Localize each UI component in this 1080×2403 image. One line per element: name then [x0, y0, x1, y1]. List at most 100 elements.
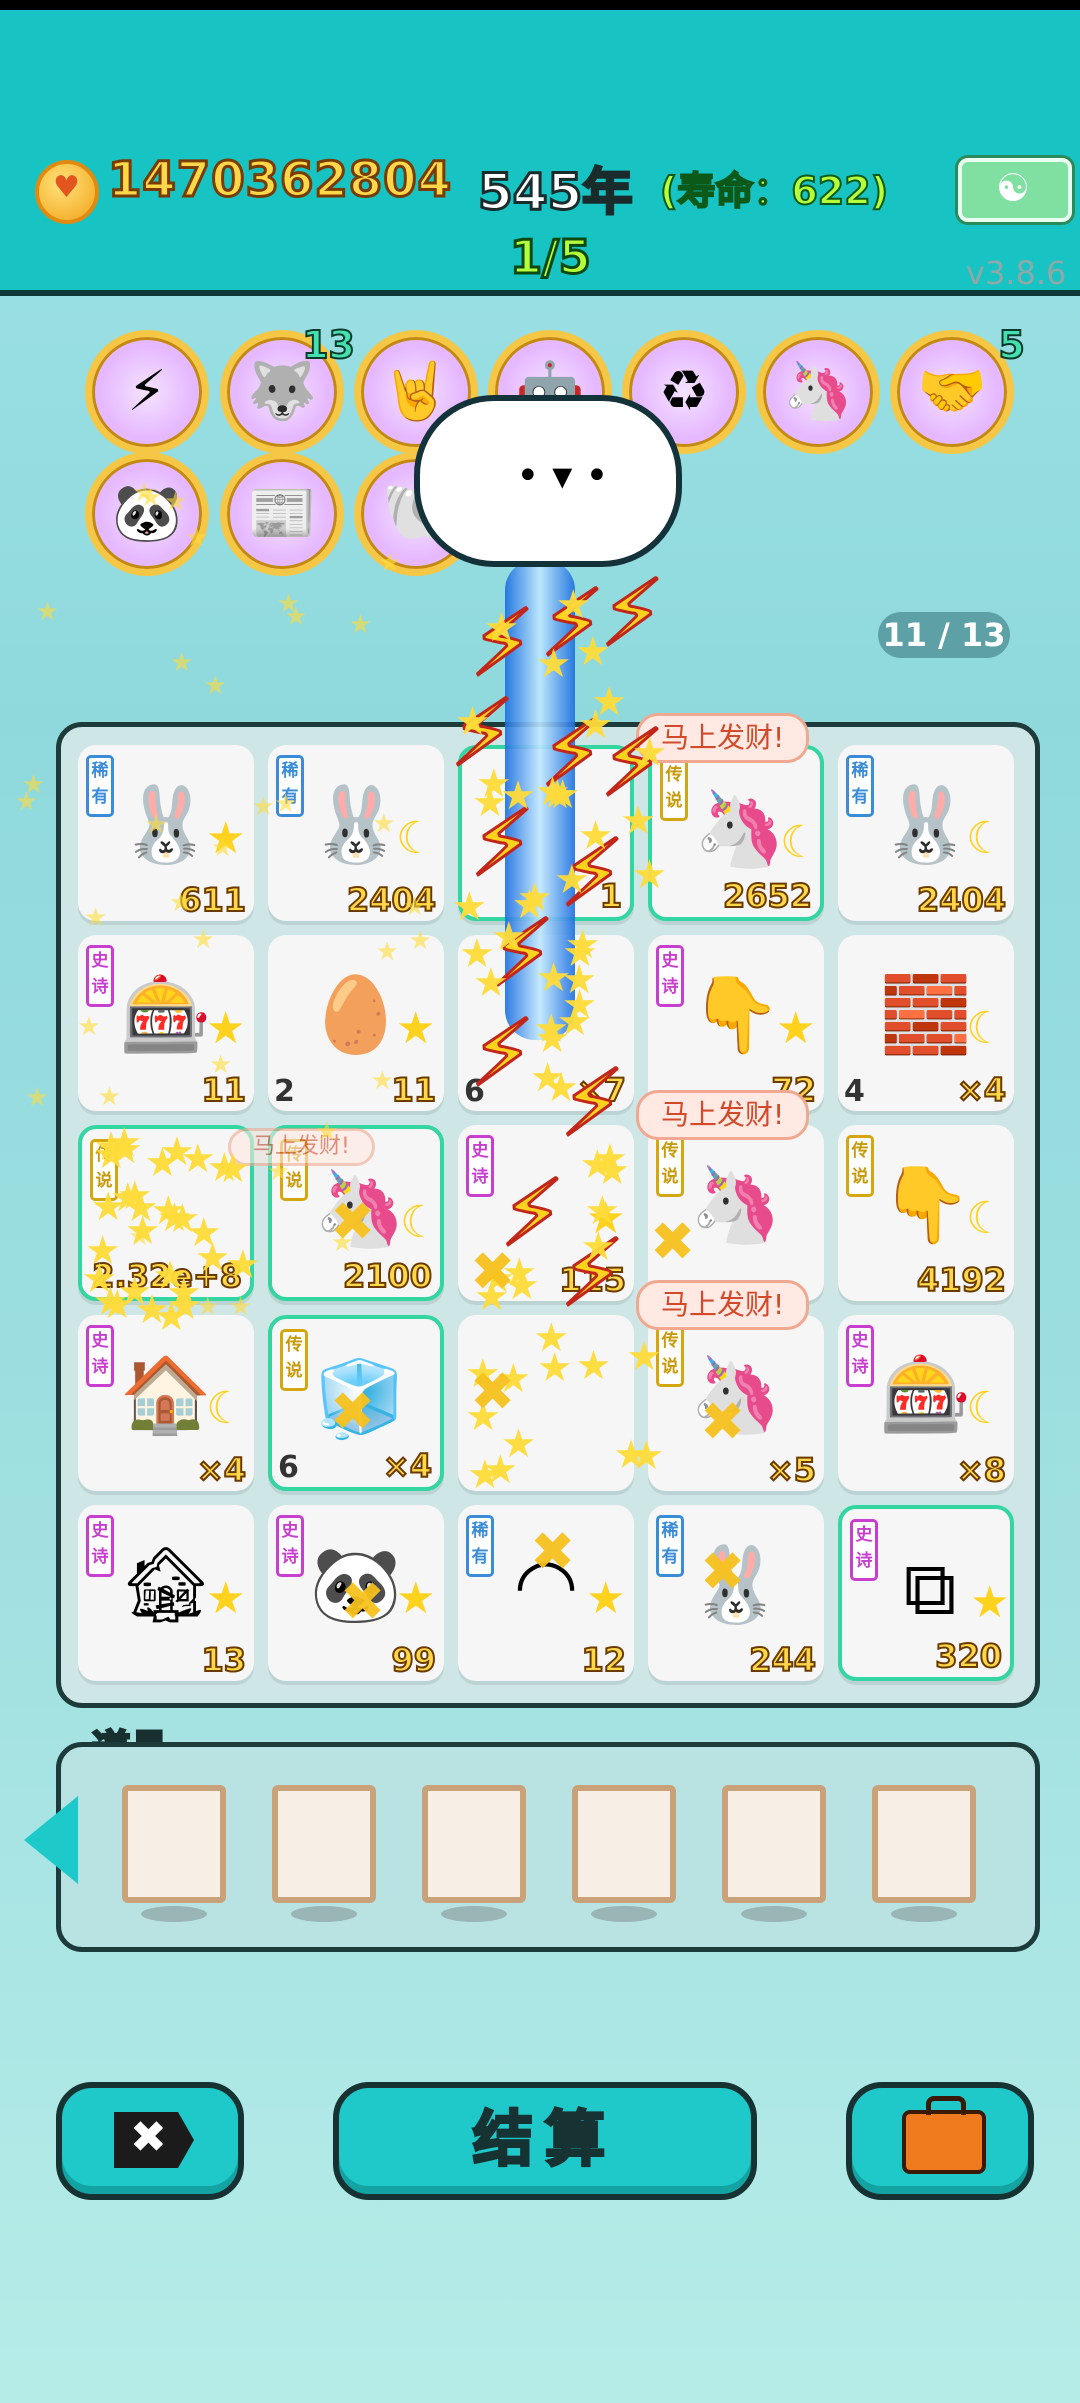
tool-slot[interactable]: [422, 1785, 526, 1903]
version-label: v3.8.6: [966, 254, 1067, 292]
cell-value: 2652: [722, 876, 813, 916]
sparkle-star-icon: ★: [128, 1222, 152, 1253]
sparkle-star-icon: ★: [191, 924, 215, 955]
sparkle-star-icon: ★: [575, 1342, 612, 1389]
sparkle-star-icon: ★: [348, 609, 372, 640]
left-arrow-icon[interactable]: [24, 1796, 78, 1884]
lightning-icon: ⚡: [127, 359, 167, 424]
rarity-tag: 传说: [280, 1329, 308, 1391]
sparkle-star-icon: ★: [584, 1187, 621, 1234]
sparkle-star-icon: ★: [266, 1156, 291, 1187]
sparkle-star-icon: ★: [631, 730, 668, 777]
year-display: 545年: [476, 162, 633, 223]
sparkle-star-icon: ★: [402, 892, 427, 923]
tool-slot[interactable]: [872, 1785, 976, 1903]
unicorn-icon: 🦄: [693, 786, 787, 872]
sparkle-star-icon: ★: [138, 483, 163, 514]
slot-shadow: [141, 1906, 207, 1922]
pet-house-icon: 🏠: [119, 1352, 213, 1438]
slot-shadow: [441, 1906, 507, 1922]
board-cell[interactable]: 史诗 🎰 ☾ ×8: [838, 1315, 1014, 1491]
relic-slot[interactable]: ⚡: [85, 330, 209, 454]
sparkle-star-icon: ★: [370, 1066, 394, 1097]
cell-value: 13: [200, 1640, 247, 1680]
sparkle-star-icon: ★: [555, 581, 592, 628]
haunted-house-icon: 🏚: [119, 1542, 213, 1628]
relic-slot[interactable]: 📰: [220, 452, 344, 576]
moon-icon: ☾: [966, 1383, 1006, 1434]
rarity-tag: 稀有: [466, 1515, 494, 1577]
tool-slot[interactable]: [572, 1785, 676, 1903]
rarity-tag: 稀有: [846, 755, 874, 817]
rarity-tag: 史诗: [276, 1515, 304, 1577]
sparkle-star-icon: ★: [14, 786, 39, 817]
sparkle-star-icon: ★: [483, 605, 520, 652]
cell-value: ×4: [196, 1450, 247, 1490]
moon-icon: ☾: [780, 817, 820, 868]
cross-mark-icon: ✖: [470, 1240, 516, 1303]
rarity-tag: 史诗: [850, 1519, 878, 1581]
relic-slot[interactable]: 🤝 5: [890, 322, 1026, 454]
rarity-tag: 传说: [846, 1135, 874, 1197]
slot-shadow: [591, 1906, 657, 1922]
rarity-tag: 史诗: [656, 945, 684, 1007]
board-cell[interactable]: 史诗 ⧉ ★ 320: [838, 1505, 1014, 1681]
sparkle-star-icon: ★: [454, 699, 491, 745]
cross-mark-icon: ✖: [470, 1360, 516, 1423]
sparkle-star-icon: ★: [225, 1242, 261, 1289]
cross-mark-icon: ✖: [330, 1190, 376, 1253]
board-cell[interactable]: 🧱 ☾ ×4 4: [838, 935, 1014, 1111]
cell-value: 2404: [916, 880, 1007, 920]
sparkle-star-icon: ★: [500, 773, 537, 820]
bag-button[interactable]: [846, 2082, 1034, 2200]
sparkle-star-icon: ★: [372, 809, 396, 840]
sparkle-star-icon: ★: [109, 1174, 146, 1221]
sparkle-star-icon: ★: [592, 1136, 628, 1183]
close-x-icon: ✖: [114, 2112, 194, 2168]
sparkle-star-icon: ★: [378, 548, 402, 579]
lightning-bolt-icon: ⚡: [469, 999, 537, 1109]
sparkle-star-icon: ★: [185, 1209, 222, 1256]
relic-slot[interactable]: 🐺 13: [220, 322, 356, 454]
relic-slot[interactable]: 🐼: [85, 452, 209, 576]
ctrl-cv-cards-icon: ⧉: [903, 1546, 957, 1632]
sparkle-star-icon: ★: [490, 914, 527, 961]
sparkle-star-icon: ★: [273, 788, 298, 819]
sparkle-star-icon: ★: [466, 1451, 503, 1498]
meditation-icon: ☯: [996, 166, 1031, 210]
coin-count: 1470362804: [107, 151, 453, 210]
cell-value: ×4: [956, 1070, 1007, 1110]
relic-slot[interactable]: 🦄: [756, 330, 880, 454]
sparkle-star-icon: ★: [153, 1294, 190, 1341]
cancel-button[interactable]: ✖: [56, 2082, 244, 2200]
sparkle-star-icon: ★: [459, 931, 495, 978]
board-cell[interactable]: 传说 👇 ☾ 4192: [838, 1125, 1014, 1301]
board-cell[interactable]: 传说 🦄 ☾ 2652: [648, 745, 824, 921]
meditate-button[interactable]: ☯: [958, 158, 1072, 222]
rarity-tag: 史诗: [466, 1135, 494, 1197]
sparkle-star-icon: ★: [591, 678, 628, 725]
board-cell[interactable]: 史诗 🏠 ☾ ×4: [78, 1315, 254, 1491]
pointing-hand-icon: 👇: [689, 972, 783, 1058]
tool-slot[interactable]: [122, 1785, 226, 1903]
sparkle-star-icon: ★: [535, 641, 572, 688]
tool-slot[interactable]: [272, 1785, 376, 1903]
settle-button[interactable]: 结算: [333, 2082, 757, 2200]
sparkle-star-icon: ★: [209, 1050, 233, 1081]
star-icon: ★: [206, 1573, 246, 1624]
sparkle-star-icon: ★: [553, 857, 590, 904]
sparkle-star-icon: ★: [170, 647, 194, 678]
tool-slot[interactable]: [722, 1785, 826, 1903]
pointing-hand-yellow-icon: 👇: [879, 1162, 973, 1248]
board-cell[interactable]: 🥚 ★ 11 2: [268, 935, 444, 1111]
board-cell[interactable]: 史诗 👇 ★ 72: [648, 935, 824, 1111]
star-icon: ★: [396, 1573, 436, 1624]
handshake-icon: 🤝: [917, 359, 987, 424]
board-cell[interactable]: 稀有 🐰 ☾ 2404: [838, 745, 1014, 921]
rarity-tag: 史诗: [846, 1325, 874, 1387]
cross-mark-icon: ✖: [530, 1520, 576, 1583]
sparkle-star-icon: ★: [539, 772, 576, 819]
sparkle-star-icon: ★: [536, 1345, 573, 1392]
moon-icon: ☾: [396, 813, 436, 864]
board-cell[interactable]: 史诗 🏚 ★ 13: [78, 1505, 254, 1681]
